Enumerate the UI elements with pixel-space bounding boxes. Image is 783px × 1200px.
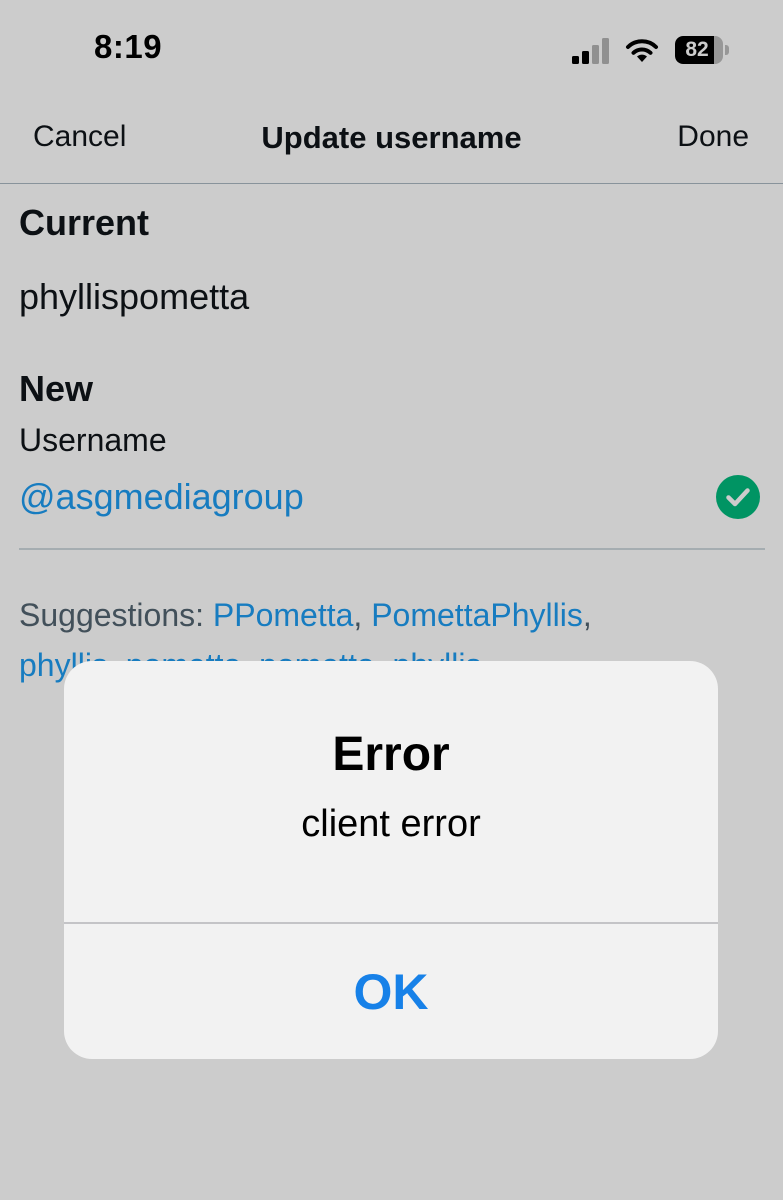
alert-message: client error <box>301 803 481 845</box>
ok-button[interactable]: OK <box>64 924 718 1059</box>
alert-title: Error <box>332 728 450 781</box>
error-alert: Error client error OK <box>64 661 718 1059</box>
